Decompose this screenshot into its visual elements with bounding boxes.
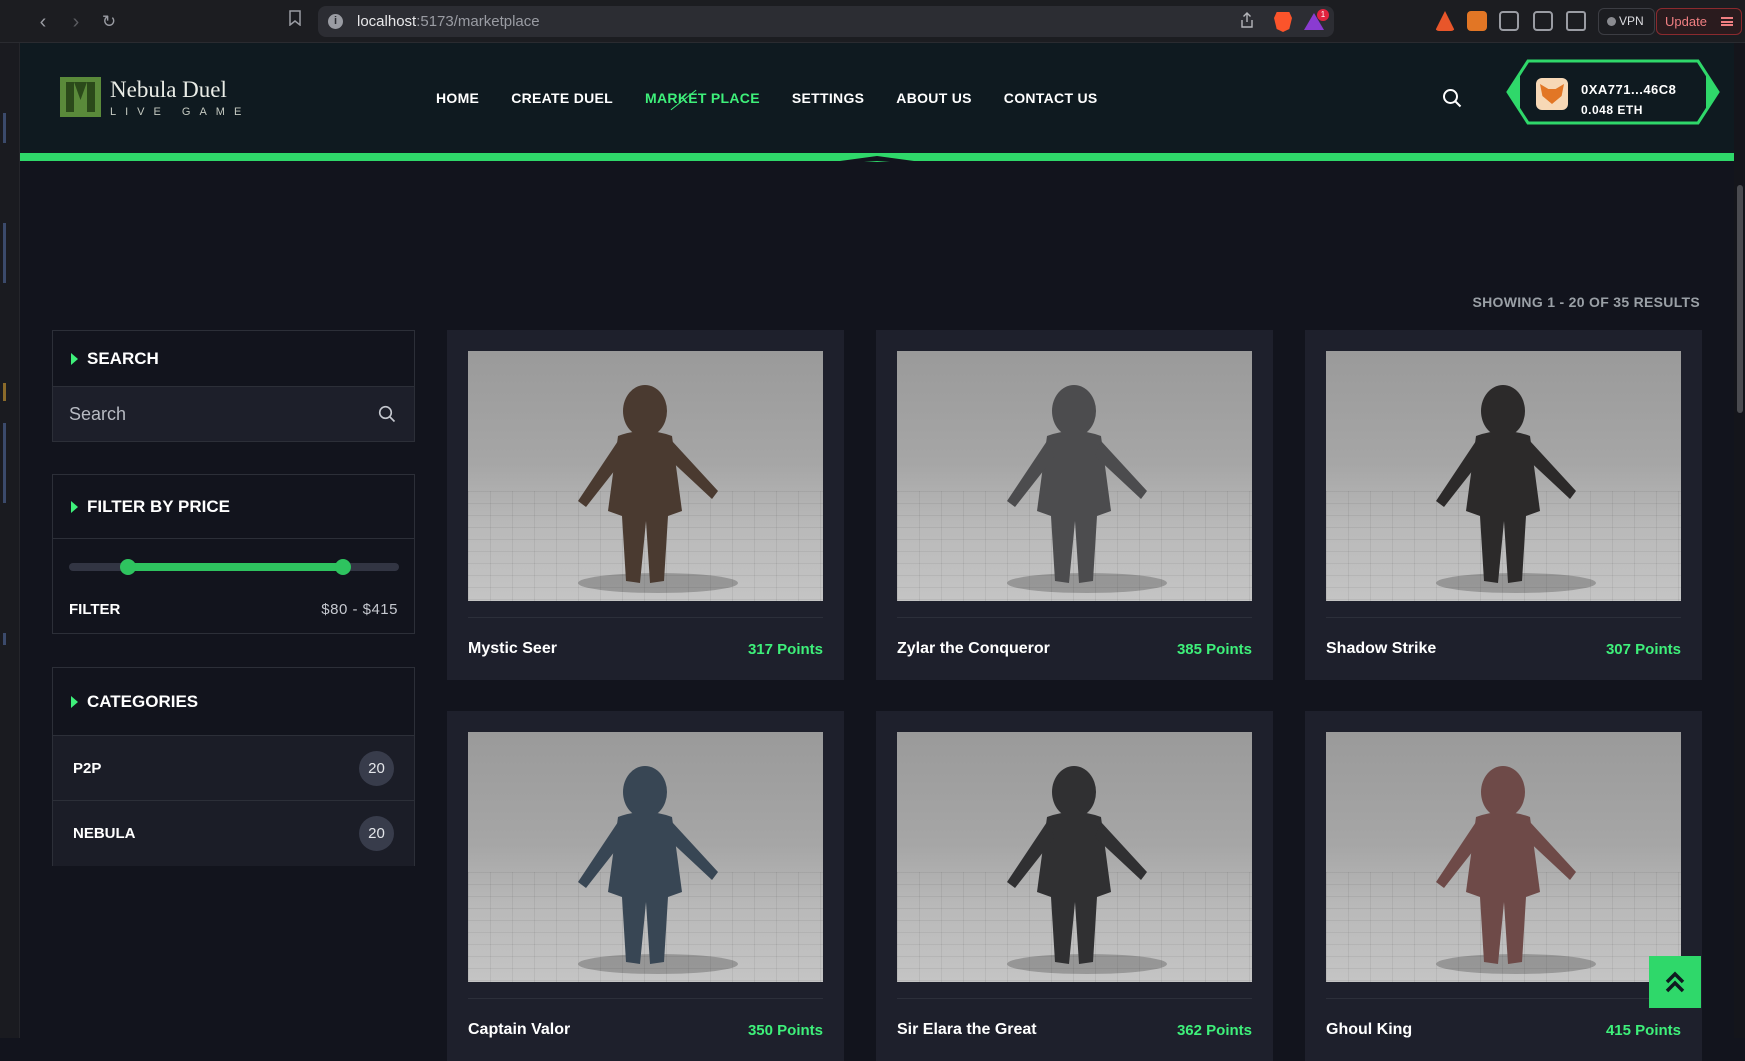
price-filter-title: FILTER BY PRICE [87, 497, 230, 516]
logo-subtitle: LIVE GAME [110, 106, 251, 118]
nav-about-us[interactable]: ABOUT US [896, 90, 972, 106]
category-count-badge: 20 [359, 751, 394, 786]
caret-right-icon [71, 501, 78, 513]
category-count-badge: 20 [359, 816, 394, 851]
url-text[interactable]: localhost:5173/marketplace [357, 13, 540, 30]
price-filter-header[interactable]: FILTER BY PRICE [53, 475, 414, 539]
forward-icon[interactable]: › [64, 10, 88, 34]
filter-button[interactable]: FILTER [69, 601, 120, 618]
logo-title: Nebula Duel [110, 77, 227, 102]
product-image[interactable] [897, 732, 1252, 982]
product-image[interactable] [1326, 732, 1681, 982]
site-header: Nebula Duel LIVE GAME HOME CREATE DUEL M… [20, 43, 1734, 160]
category-label: P2P [73, 760, 102, 777]
search-widget-header[interactable]: SEARCH [53, 331, 414, 387]
caret-right-icon [71, 696, 78, 708]
search-icon[interactable] [1442, 88, 1462, 108]
card-divider [1326, 998, 1681, 999]
logo-mark [60, 77, 101, 117]
sidebar-toggle-icon[interactable] [1533, 11, 1553, 31]
product-points: 317 Points [747, 641, 823, 658]
update-button[interactable]: Update [1656, 8, 1742, 35]
product-name[interactable]: Zylar the Conqueror [897, 640, 1050, 658]
card-divider [468, 617, 823, 618]
product-card-ghoul-king[interactable]: Ghoul King 415 Points [1305, 711, 1702, 1061]
search-widget-title: SEARCH [87, 349, 159, 368]
browser-toolbar: ‹ › ↻ i localhost:5173/marketplace 1 VPN… [0, 0, 1745, 43]
categories-header[interactable]: CATEGORIES [53, 668, 414, 736]
product-card-zylar-the-conqueror[interactable]: Zylar the Conqueror 385 Points [876, 330, 1273, 680]
product-points: 385 Points [1176, 641, 1252, 658]
categories-title: CATEGORIES [87, 692, 199, 711]
wallet-icon[interactable] [1566, 11, 1586, 31]
caret-right-icon [71, 353, 78, 365]
product-image[interactable] [468, 351, 823, 601]
reload-icon[interactable]: ↻ [97, 10, 121, 34]
card-divider [468, 998, 823, 999]
nav-contact-us[interactable]: CONTACT US [1004, 90, 1098, 106]
product-card-mystic-seer[interactable]: Mystic Seer 317 Points [447, 330, 844, 680]
wallet-address: 0XA771...46C8 [1581, 82, 1677, 97]
vpn-button[interactable]: VPN [1598, 8, 1655, 35]
product-image[interactable] [1326, 351, 1681, 601]
card-divider [897, 617, 1252, 618]
categories-widget: CATEGORIES P2P 20 NEBULA 20 [52, 667, 415, 866]
bookmark-icon[interactable] [283, 10, 307, 34]
card-divider [1326, 617, 1681, 618]
results-count: SHOWING 1 - 20 OF 35 RESULTS [1472, 294, 1700, 310]
search-field [53, 387, 414, 441]
site-info-icon[interactable]: i [328, 14, 343, 29]
card-divider [897, 998, 1252, 999]
price-filter-widget: FILTER BY PRICE FILTER $80 - $415 [52, 474, 415, 634]
scroll-to-top-button[interactable] [1649, 956, 1701, 1008]
main-nav: HOME CREATE DUEL MARKET PLACE SETTINGS A… [436, 90, 1130, 106]
slider-min-handle[interactable] [120, 559, 137, 575]
header-divider [20, 153, 1734, 162]
category-item-p2p[interactable]: P2P 20 [53, 736, 414, 801]
slider-range-fill [128, 563, 343, 571]
price-slider[interactable] [69, 559, 399, 575]
search-input[interactable] [53, 387, 353, 441]
category-label: NEBULA [73, 825, 136, 842]
scrollbar-thumb[interactable] [1737, 185, 1743, 413]
search-widget: SEARCH [52, 330, 415, 442]
price-range-value: $80 - $415 [321, 601, 398, 618]
metamask-extension-icon[interactable] [1467, 11, 1487, 31]
product-name[interactable]: Shadow Strike [1326, 640, 1436, 658]
wallet-balance: 0.048 ETH [1581, 103, 1643, 117]
notification-badge: 1 [1317, 9, 1329, 21]
product-name[interactable]: Captain Valor [468, 1021, 570, 1039]
menu-icon [1721, 17, 1733, 26]
product-card-captain-valor[interactable]: Captain Valor 350 Points [447, 711, 844, 1061]
share-icon[interactable] [1240, 12, 1254, 33]
product-name[interactable]: Sir Elara the Great [897, 1021, 1037, 1039]
product-points: 362 Points [1176, 1022, 1252, 1039]
product-points: 415 Points [1605, 1022, 1681, 1039]
wallet-button[interactable]: 0XA771...46C8 0.048 ETH [1506, 59, 1720, 125]
product-image[interactable] [897, 351, 1252, 601]
devtools-edge [0, 43, 20, 1038]
product-name[interactable]: Ghoul King [1326, 1021, 1412, 1039]
product-points: 350 Points [747, 1022, 823, 1039]
address-bar[interactable]: i localhost:5173/marketplace 1 [318, 6, 1334, 37]
nav-create-duel[interactable]: CREATE DUEL [511, 90, 613, 106]
category-item-nebula[interactable]: NEBULA 20 [53, 801, 414, 866]
nav-marketplace[interactable]: MARKET PLACE [645, 90, 760, 106]
nav-home[interactable]: HOME [436, 90, 479, 106]
product-points: 307 Points [1605, 641, 1681, 658]
product-card-sir-elara-the-great[interactable]: Sir Elara the Great 362 Points [876, 711, 1273, 1061]
back-icon[interactable]: ‹ [31, 10, 55, 34]
extension-icon[interactable] [1435, 11, 1455, 31]
double-chevron-up-icon [1665, 971, 1685, 993]
product-image[interactable] [468, 732, 823, 982]
nav-settings[interactable]: SETTINGS [792, 90, 864, 106]
brave-shields-icon[interactable] [1274, 12, 1292, 32]
extensions-puzzle-icon[interactable] [1499, 11, 1519, 31]
slider-max-handle[interactable] [334, 559, 351, 575]
search-icon[interactable] [378, 405, 396, 423]
product-card-shadow-strike[interactable]: Shadow Strike 307 Points [1305, 330, 1702, 680]
product-name[interactable]: Mystic Seer [468, 640, 557, 658]
metamask-avatar [1536, 78, 1568, 110]
